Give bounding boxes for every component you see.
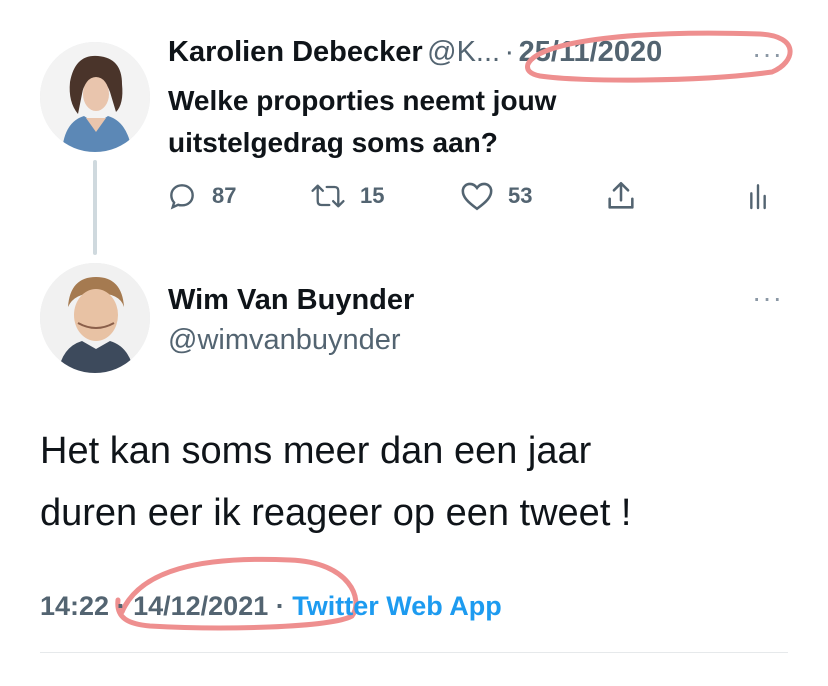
tweet-meta: 14:22 · 14/12/2021 · Twitter Web App xyxy=(40,591,502,622)
reply-icon xyxy=(170,184,194,210)
tweet-date[interactable]: 14/12/2021 xyxy=(133,591,268,621)
avatar-wim[interactable] xyxy=(40,263,150,373)
author-name[interactable]: Karolien Debecker xyxy=(168,36,423,68)
separator: · xyxy=(116,591,126,621)
retweet-button[interactable]: 15 xyxy=(310,176,384,216)
quoted-text: Welke proporties neemt jouw uitstelgedra… xyxy=(168,80,556,164)
more-options-icon[interactable]: ··· xyxy=(752,38,783,70)
reply-text: Het kan soms meer dan een jaar duren eer… xyxy=(40,420,632,544)
like-count: 53 xyxy=(508,183,533,208)
thread-connector xyxy=(93,160,97,255)
retweet-count: 15 xyxy=(360,183,385,208)
quoted-text-line: uitstelgedrag soms aan? xyxy=(168,127,498,158)
reply-count: 87 xyxy=(212,183,237,208)
tweet-time[interactable]: 14:22 xyxy=(40,591,109,621)
more-options-icon[interactable]: ··· xyxy=(752,282,783,314)
author-handle[interactable]: @wimvanbuynder xyxy=(168,324,401,357)
reply-text-line: Het kan soms meer dan een jaar xyxy=(40,430,592,472)
separator: · xyxy=(504,36,515,68)
quoted-text-line: Welke proporties neemt jouw xyxy=(168,85,557,116)
analytics-button[interactable] xyxy=(746,176,770,216)
like-button[interactable]: 53 xyxy=(460,176,532,216)
separator: · xyxy=(275,591,285,621)
heart-icon xyxy=(461,182,493,211)
source-link[interactable]: Twitter Web App xyxy=(292,591,502,621)
quoted-header: Karolien Debecker @K... · 25/11/2020 xyxy=(168,36,662,69)
author-name[interactable]: Wim Van Buynder xyxy=(168,284,414,317)
author-handle[interactable]: @K... xyxy=(427,36,500,68)
reply-button[interactable]: 87 xyxy=(166,176,236,216)
analytics-icon xyxy=(750,184,766,210)
avatar-karolien[interactable] xyxy=(40,42,150,152)
retweet-icon xyxy=(311,184,345,208)
reply-text-line: duren eer ik reageer op een tweet ! xyxy=(40,492,632,534)
tweet-date[interactable]: 25/11/2020 xyxy=(519,36,663,68)
share-button[interactable] xyxy=(604,176,638,216)
divider xyxy=(40,652,788,653)
share-icon xyxy=(608,181,634,209)
